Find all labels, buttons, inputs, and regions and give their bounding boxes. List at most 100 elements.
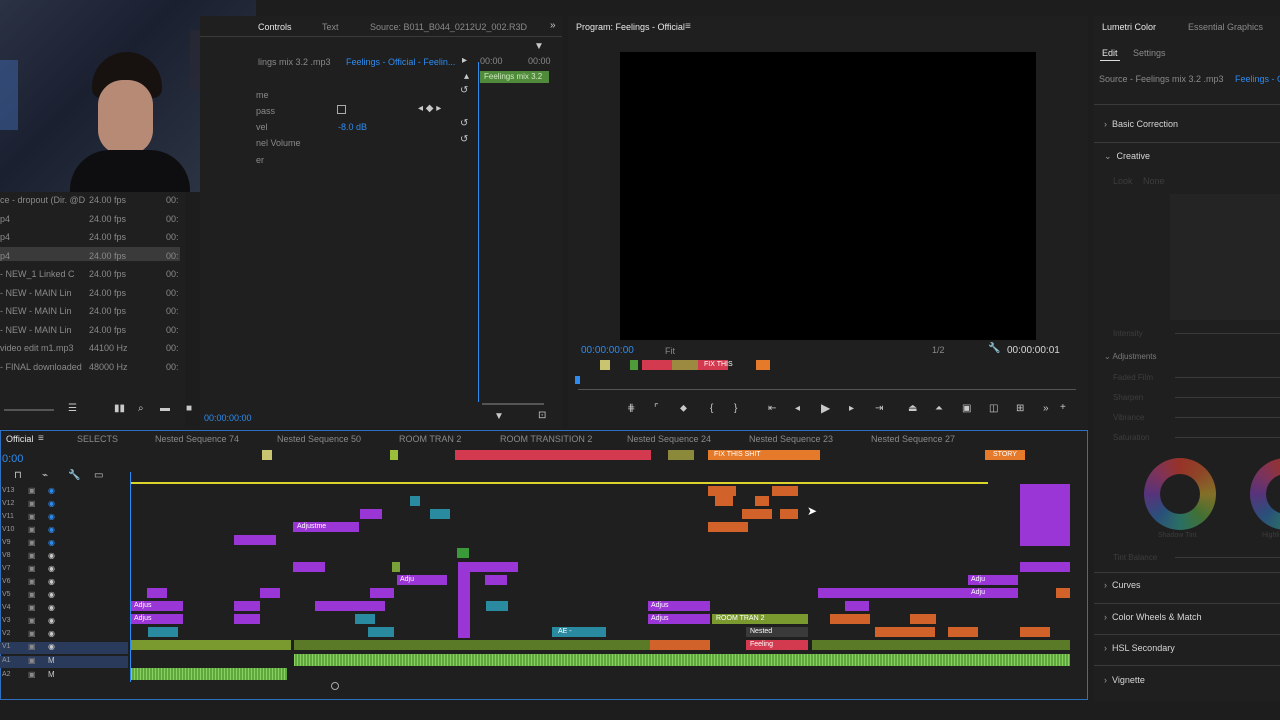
toggle-sync-icon[interactable]: ▣ — [28, 538, 36, 547]
adjustment-clip[interactable]: Adjustme — [293, 522, 359, 532]
new-item-icon[interactable]: ■ — [186, 404, 192, 414]
program-playhead-dot[interactable] — [575, 376, 580, 384]
video-clip[interactable] — [148, 627, 178, 637]
tab-selects[interactable]: SELECTS — [77, 434, 118, 444]
eye-icon[interactable]: ◉ — [48, 564, 55, 573]
tab-lumetri-color[interactable]: Lumetri Color — [1102, 22, 1156, 32]
search-icon[interactable]: ⌕ — [138, 404, 144, 414]
subtab-settings[interactable]: Settings — [1133, 48, 1166, 58]
export-frame-icon[interactable]: ▣ — [962, 404, 971, 414]
adjustment-clip[interactable]: Adju — [968, 588, 1018, 598]
menu-icon[interactable]: ≡ — [685, 22, 691, 32]
resolution-select[interactable]: 1/2 — [932, 345, 945, 355]
collapse-icon[interactable]: ▴ — [464, 72, 469, 82]
toggle-sync-icon[interactable]: ▣ — [28, 512, 36, 521]
nested-clip[interactable]: Nested — [746, 627, 808, 637]
project-row-name[interactable]: - NEW_1 Linked C — [0, 269, 75, 279]
reset-icon[interactable]: ↺ — [460, 135, 468, 145]
video-clip[interactable] — [355, 614, 375, 624]
adjustment-clip[interactable]: Adjus — [648, 614, 710, 624]
ae-clip[interactable]: AE - — [552, 627, 606, 637]
keyframe-nav-icon[interactable]: ◂ ◆ ▸ — [418, 104, 441, 114]
ec-playhead[interactable] — [478, 62, 479, 402]
add-marker-icon[interactable]: ⬥ — [680, 404, 687, 414]
toggle-sync-icon[interactable]: ▣ — [28, 642, 36, 651]
adj-slider[interactable] — [1175, 437, 1280, 438]
program-timecode[interactable]: 00:00:00:00 — [581, 345, 634, 356]
video-clip[interactable] — [458, 562, 470, 638]
go-to-in-icon[interactable]: ⇤ — [768, 404, 776, 414]
eye-icon[interactable]: ◉ — [48, 603, 55, 612]
eye-icon[interactable]: ◉ — [48, 512, 55, 521]
video-clip[interactable] — [845, 601, 869, 611]
eye-icon[interactable]: ◉ — [48, 577, 55, 586]
video-clip[interactable] — [742, 509, 772, 519]
section-hsl-secondary[interactable]: › HSL Secondary — [1104, 643, 1175, 653]
video-clip[interactable] — [830, 614, 870, 624]
toggle-sync-icon[interactable]: ▣ — [28, 577, 36, 586]
add-button-icon[interactable]: + — [1060, 403, 1066, 413]
marker-clip[interactable] — [672, 360, 698, 370]
adj-slider[interactable] — [1175, 377, 1280, 378]
track-header[interactable]: V1 ▣ ◉ — [0, 642, 128, 654]
video-clip[interactable] — [1020, 484, 1070, 546]
mute-icon[interactable]: M — [48, 670, 55, 679]
toggle-sync-icon[interactable]: ▣ — [28, 564, 36, 573]
video-clip[interactable] — [470, 562, 518, 572]
adj-slider[interactable] — [1175, 417, 1280, 418]
eye-icon[interactable]: ◉ — [48, 551, 55, 560]
toggle-sync-icon[interactable]: ▣ — [28, 486, 36, 495]
project-row-name[interactable]: - FINAL downloaded — [0, 362, 82, 372]
tab-source[interactable]: Source: B011_B044_0212U2_002.R3D — [370, 22, 527, 32]
work-area-bar[interactable] — [130, 482, 988, 484]
tab-nested-24[interactable]: Nested Sequence 24 — [627, 434, 711, 444]
video-clip[interactable] — [293, 562, 325, 572]
wrench-icon[interactable]: 🔧 — [988, 344, 1000, 354]
project-row-name[interactable]: p4 — [0, 251, 10, 261]
play-triangle-icon[interactable]: ▸ — [462, 56, 467, 66]
tab-nested-23[interactable]: Nested Sequence 23 — [749, 434, 833, 444]
mark-in-bracket-icon[interactable]: { — [710, 404, 713, 414]
ec-sequence-label[interactable]: Feelings - Official - Feelin... — [346, 57, 455, 67]
subtab-edit[interactable]: Edit — [1102, 48, 1118, 58]
video-clip[interactable] — [260, 588, 280, 598]
list-view-icon[interactable]: ☰ — [68, 404, 77, 414]
toggle-sync-icon[interactable]: ▣ — [28, 525, 36, 534]
v1-clip[interactable] — [131, 640, 291, 650]
project-row-name[interactable]: - NEW - MAIN Lin — [0, 288, 72, 298]
snap-icon[interactable]: ⊓ — [14, 471, 22, 481]
filter-icon[interactable]: ▼ — [494, 412, 504, 422]
eye-icon[interactable]: ◉ — [48, 499, 55, 508]
tab-room-transition[interactable]: ROOM TRANSITION 2 — [500, 434, 592, 444]
toggle-sync-icon[interactable]: ▣ — [28, 629, 36, 638]
adjustment-clip[interactable]: Adjus — [131, 601, 183, 611]
look-preview[interactable] — [1170, 194, 1280, 320]
export-icon[interactable]: ⊡ — [538, 411, 546, 421]
reset-icon[interactable]: ↺ — [460, 86, 468, 96]
tint-balance-slider[interactable] — [1175, 557, 1280, 558]
track-header[interactable]: V2 ▣ ◉ — [0, 629, 128, 641]
ec-scroll[interactable] — [482, 403, 544, 405]
tab-official[interactable]: Official — [6, 434, 33, 444]
intensity-slider[interactable] — [1175, 333, 1280, 334]
tab-text[interactable]: Text — [322, 22, 339, 32]
toggle-sync-icon[interactable]: ▣ — [28, 551, 36, 560]
eye-icon[interactable]: ◉ — [48, 629, 55, 638]
wrench-icon[interactable]: 🔧 — [68, 471, 80, 481]
tab-essential-graphics[interactable]: Essential Graphics — [1188, 22, 1263, 32]
reset-icon[interactable]: ↺ — [460, 119, 468, 129]
step-forward-icon[interactable]: ▸ — [849, 404, 854, 414]
feeling-clip[interactable]: Feeling — [746, 640, 808, 650]
track-header[interactable]: V9 ▣ ◉ — [0, 538, 128, 550]
project-row-name[interactable]: - NEW - MAIN Lin — [0, 325, 72, 335]
eye-icon[interactable]: ◉ — [48, 616, 55, 625]
menu-icon[interactable]: ≡ — [38, 434, 44, 444]
section-creative[interactable]: ⌄ Creative — [1104, 151, 1150, 162]
video-clip[interactable] — [708, 522, 748, 532]
video-clip[interactable] — [780, 509, 798, 519]
zoom-slider[interactable] — [4, 409, 54, 411]
section-vignette[interactable]: › Vignette — [1104, 675, 1145, 685]
track-header[interactable]: V3 ▣ ◉ — [0, 616, 128, 628]
step-back-icon[interactable]: ◂ — [795, 404, 800, 414]
video-clip[interactable] — [485, 575, 507, 585]
